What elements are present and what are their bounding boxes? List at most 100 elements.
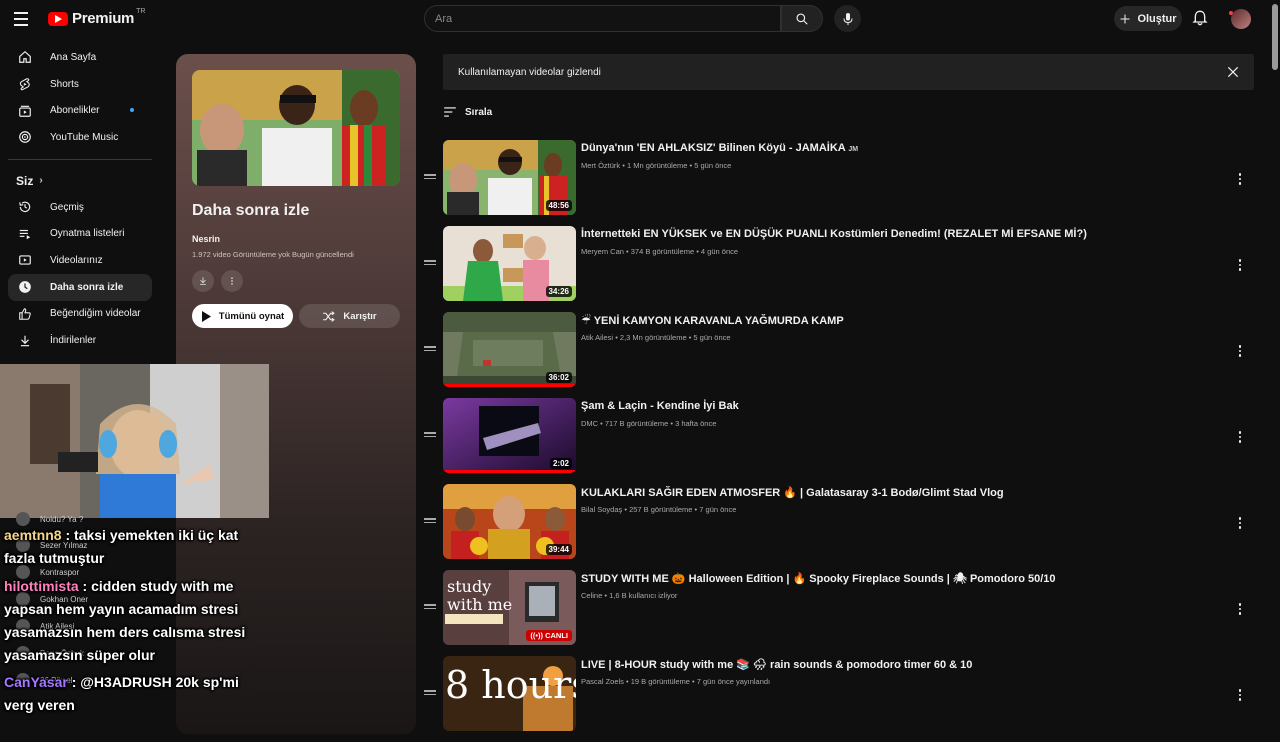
more-vertical-icon[interactable]: [1234, 688, 1246, 702]
drag-handle-icon[interactable]: [424, 432, 436, 437]
video-title[interactable]: İnternetteki EN YÜKSEK ve EN DÜŞÜK PUANL…: [581, 228, 1087, 240]
download-playlist-button[interactable]: [192, 270, 214, 292]
close-icon[interactable]: [1226, 65, 1240, 79]
sort-button[interactable]: Sırala: [443, 106, 492, 118]
view-count: 1 Mn görüntüleme: [626, 161, 688, 170]
your-videos-icon: [18, 253, 32, 267]
notice-text: Kullanılamayan videolar gizlendi: [458, 66, 601, 78]
playlist-more-button[interactable]: [221, 270, 243, 292]
search-input[interactable]: [435, 12, 780, 25]
list-item[interactable]: 34:26 İnternetteki EN YÜKSEK ve EN DÜŞÜK…: [422, 226, 1262, 312]
sidebar-you-heading[interactable]: Siz ›: [0, 168, 160, 194]
view-count: 717 B görüntüleme: [604, 419, 669, 428]
sidebar-item-playlists[interactable]: Oynatma listeleri: [8, 220, 152, 247]
more-vertical-icon[interactable]: [1234, 602, 1246, 616]
list-item[interactable]: 8 hours LIVE | 8-HOUR study with me 📚 🌧 …: [422, 656, 1262, 742]
drag-handle-icon[interactable]: [424, 260, 436, 265]
channel-name[interactable]: DMC: [581, 419, 598, 428]
video-title[interactable]: Şam & Laçin - Kendine İyi Bak: [581, 400, 739, 412]
video-thumbnail[interactable]: study with me ((•)) CANLI: [443, 570, 576, 645]
more-vertical-icon: [231, 277, 233, 285]
search-box[interactable]: [424, 5, 781, 32]
play-all-button[interactable]: Tümünü oynat: [192, 304, 293, 328]
search-button[interactable]: [781, 5, 823, 32]
sidebar-item-downloads[interactable]: İndirilenler: [8, 327, 152, 354]
chat-username: hilottimista: [4, 578, 79, 594]
channel-name[interactable]: Bilal Soydaş: [581, 505, 622, 514]
create-button[interactable]: Oluştur: [1114, 6, 1182, 31]
sidebar-item-label: Beğendiğim videolar: [50, 308, 141, 320]
history-icon: [18, 200, 32, 214]
channel-name[interactable]: Meryem Can: [581, 247, 624, 256]
live-label: CANLI: [545, 631, 568, 640]
page-scrollbar[interactable]: [1270, 0, 1280, 720]
drag-handle-icon[interactable]: [424, 604, 436, 609]
voice-search-button[interactable]: [834, 5, 861, 32]
shuffle-icon: [323, 310, 336, 322]
upload-age: 5 gün önce: [693, 333, 731, 342]
list-item[interactable]: 36:02 ☔ YENİ KAMYON KARAVANLA YAĞMURDA K…: [422, 312, 1262, 398]
video-thumbnail[interactable]: 36:02: [443, 312, 576, 387]
playlists-icon: [18, 227, 32, 241]
video-title[interactable]: ☔ YENİ KAMYON KARAVANLA YAĞMURDA KAMP: [581, 314, 844, 327]
playlist-thumbnail[interactable]: [192, 70, 400, 186]
chevron-right-icon: ›: [39, 175, 43, 187]
webcam-overlay: [0, 364, 269, 518]
sidebar-item-home[interactable]: Ana Sayfa: [8, 44, 152, 71]
more-vertical-icon[interactable]: [1234, 172, 1246, 186]
like-icon: [18, 307, 32, 321]
video-thumbnail[interactable]: 34:26: [443, 226, 576, 301]
upload-age: 5 gün önce: [694, 161, 732, 170]
sidebar-item-subscriptions[interactable]: Abonelikler: [8, 97, 152, 124]
video-thumbnail[interactable]: 2:02: [443, 398, 576, 473]
scrollbar-thumb[interactable]: [1272, 4, 1278, 70]
youtube-logo-icon: [48, 11, 68, 26]
list-item[interactable]: 48:56 Dünya'nın 'EN AHLAKSIZ' Bilinen Kö…: [422, 140, 1262, 226]
drag-handle-icon[interactable]: [424, 690, 436, 695]
sidebar-item-youtube-music[interactable]: YouTube Music: [8, 124, 152, 151]
view-count: 374 B görüntüleme: [630, 247, 695, 256]
drag-handle-icon[interactable]: [424, 174, 436, 179]
sidebar-item-shorts[interactable]: Shorts: [8, 71, 152, 98]
download-icon: [18, 334, 32, 348]
video-list: 48:56 Dünya'nın 'EN AHLAKSIZ' Bilinen Kö…: [422, 140, 1262, 742]
account-avatar[interactable]: [1231, 9, 1251, 29]
shuffle-button[interactable]: Karıştır: [299, 304, 400, 328]
channel-name[interactable]: Atik Ailesi: [581, 333, 613, 342]
video-thumbnail[interactable]: 39:44: [443, 484, 576, 559]
more-vertical-icon[interactable]: [1234, 430, 1246, 444]
more-vertical-icon[interactable]: [1234, 258, 1246, 272]
video-title[interactable]: KULAKLARI SAĞIR EDEN ATMOSFER 🔥 | Galata…: [581, 486, 1004, 499]
shuffle-label: Karıştır: [343, 310, 377, 322]
list-item[interactable]: 39:44 KULAKLARI SAĞIR EDEN ATMOSFER 🔥 | …: [422, 484, 1262, 570]
list-item[interactable]: study with me ((•)) CANLI STUDY WITH ME 🎃…: [422, 570, 1262, 656]
sidebar-item-watch-later[interactable]: Daha sonra izle: [8, 273, 152, 301]
more-vertical-icon[interactable]: [1234, 344, 1246, 358]
watch-progress-bar: [443, 384, 576, 387]
top-bar: Premium TR Oluştur: [0, 0, 1280, 38]
stream-chat-overlay: Noldu? Ya ? Sezer Yılmaz Kontraspor Gokh…: [0, 510, 270, 720]
channel-name[interactable]: Celine: [581, 591, 602, 600]
channel-name[interactable]: Pascal Zoels: [581, 677, 624, 686]
menu-icon[interactable]: [14, 9, 34, 29]
drag-handle-icon[interactable]: [424, 346, 436, 351]
more-vertical-icon[interactable]: [1234, 516, 1246, 530]
chat-message: CanYasar : @H3ADRUSH 20k sp'mi verg vere…: [4, 671, 266, 717]
watch-progress-bar: [443, 470, 576, 473]
video-title[interactable]: LIVE | 8-HOUR study with me 📚 🌧 rain sou…: [581, 658, 972, 671]
list-item[interactable]: 2:02 Şam & Laçin - Kendine İyi Bak DMC •…: [422, 398, 1262, 484]
youtube-premium-logo[interactable]: Premium TR: [48, 8, 147, 27]
duration-badge: 39:44: [545, 544, 572, 555]
video-thumbnail[interactable]: 48:56: [443, 140, 576, 215]
video-title[interactable]: STUDY WITH ME 🎃 Halloween Edition | 🔥 Sp…: [581, 572, 1056, 585]
sidebar-item-history[interactable]: Geçmiş: [8, 194, 152, 221]
drag-handle-icon[interactable]: [424, 518, 436, 523]
sidebar-item-your-videos[interactable]: Videolarınız: [8, 247, 152, 274]
sidebar-item-liked-videos[interactable]: Beğendiğim videolar: [8, 301, 152, 328]
video-title[interactable]: Dünya'nın 'EN AHLAKSIZ' Bilinen Köyü - J…: [581, 142, 858, 154]
playlist-owner[interactable]: Nesrin: [192, 234, 220, 244]
channel-name[interactable]: Mert Öztürk: [581, 161, 620, 170]
chat-message: aemtnn8 : taksi yemekten iki üç kat fazl…: [4, 524, 266, 570]
notifications-button[interactable]: [1192, 9, 1210, 29]
upload-age: 4 gün önce: [700, 247, 739, 256]
